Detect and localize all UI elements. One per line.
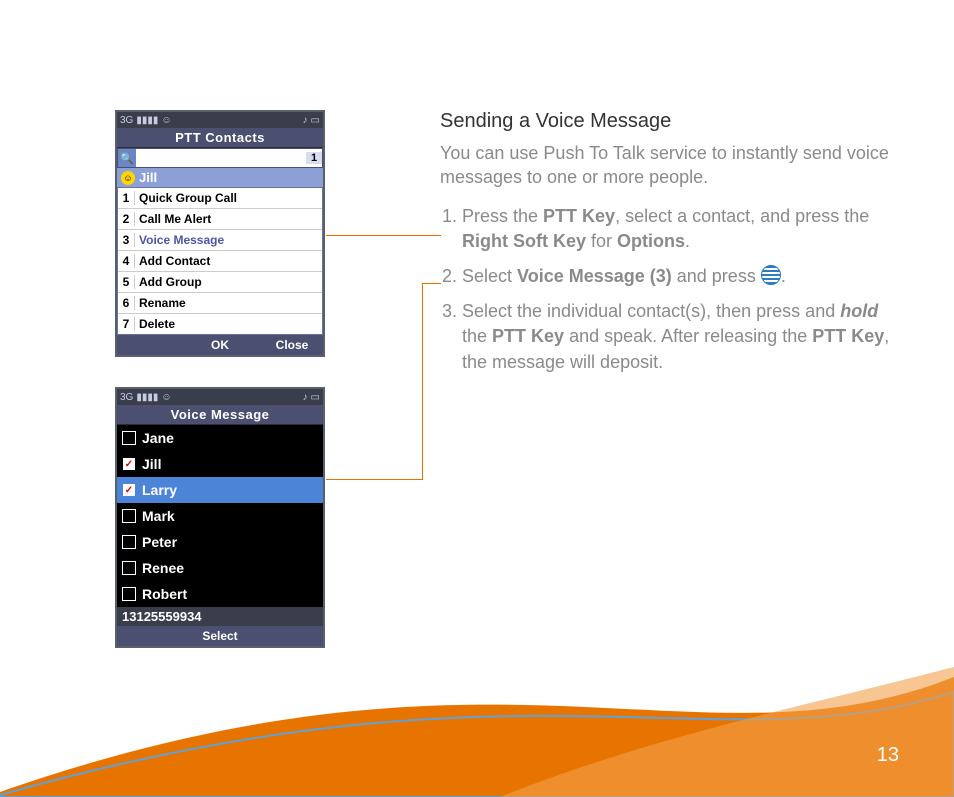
search-count: 1 [306,152,322,164]
menu-item[interactable]: 5Add Group [118,272,322,293]
checkbox-icon [122,535,136,549]
contact-list: Jane ✓Jill ✓Larry Mark Peter Renee Rober… [117,425,323,607]
phone-title: PTT Contacts [117,128,323,148]
signal-bars-icon: ▮▮▮▮ [136,115,158,126]
soft-key-left[interactable] [123,338,173,352]
signal-3g-icon: 3G [120,115,133,126]
step-3: Select the individual contact(s), then p… [462,299,895,375]
status-bar: 3G ▮▮▮▮ ☺ ♪ ▭ [117,389,323,405]
music-icon: ♪ [303,392,308,403]
search-icon: 🔍 [118,149,136,167]
music-icon: ♪ [303,115,308,126]
contact-row[interactable]: Renee [117,555,323,581]
contact-header: ☺ Jill [117,168,323,187]
status-smile-icon: ☺ [161,115,171,126]
search-bar: 🔍 1 [117,148,323,168]
status-bar: 3G ▮▮▮▮ ☺ ♪ ▭ [117,112,323,128]
menu-item[interactable]: 7Delete [118,314,322,334]
contact-row[interactable]: Peter [117,529,323,555]
checkbox-icon [122,561,136,575]
options-menu: 1Quick Group Call 2Call Me Alert 3Voice … [117,187,323,335]
steps-list: Press the PTT Key, select a contact, and… [440,204,895,375]
menu-item[interactable]: 1Quick Group Call [118,188,322,209]
menu-item[interactable]: 2Call Me Alert [118,209,322,230]
att-globe-icon [761,265,781,285]
checkbox-checked-icon: ✓ [122,483,136,497]
page-number: 13 [877,744,899,767]
callout-line [326,235,441,236]
status-smile-icon: ☺ [161,392,171,403]
phone-title: Voice Message [117,405,323,425]
manual-page: 3G ▮▮▮▮ ☺ ♪ ▭ PTT Contacts 🔍 1 ☺ Jill [0,0,954,797]
section-heading: Sending a Voice Message [440,110,895,133]
callout-line [422,283,441,284]
contact-row-larry[interactable]: ✓Larry [117,477,323,503]
checkbox-checked-icon: ✓ [122,457,136,471]
soft-keys: OK Close [117,335,323,355]
menu-item[interactable]: 6Rename [118,293,322,314]
contact-row[interactable]: Mark [117,503,323,529]
signal-bars-icon: ▮▮▮▮ [136,392,158,403]
phone-screenshots-column: 3G ▮▮▮▮ ☺ ♪ ▭ PTT Contacts 🔍 1 ☺ Jill [115,110,325,678]
battery-icon: ▭ [311,115,320,126]
contact-row[interactable]: ✓Jill [117,451,323,477]
soft-key-close[interactable]: Close [267,338,317,352]
contact-status-icon: ☺ [121,171,135,185]
checkbox-icon [122,587,136,601]
step-1: Press the PTT Key, select a contact, and… [462,204,895,254]
contact-phone-number: 13125559934 [117,607,323,626]
callout-line [422,283,423,480]
contact-name: Jill [139,170,157,185]
signal-3g-icon: 3G [120,392,133,403]
checkbox-icon [122,431,136,445]
menu-item[interactable]: 4Add Contact [118,251,322,272]
soft-key-ok[interactable]: OK [173,338,267,352]
battery-icon: ▭ [311,392,320,403]
contact-row[interactable]: Jane [117,425,323,451]
checkbox-icon [122,509,136,523]
instruction-text: Sending a Voice Message You can use Push… [440,110,895,385]
phone-2-voice-message: 3G ▮▮▮▮ ☺ ♪ ▭ Voice Message Jane ✓Jill ✓… [115,387,325,648]
step-2: Select Voice Message (3) and press . [462,264,895,289]
footer-wave-graphic [0,637,954,797]
search-field[interactable] [136,150,306,166]
contact-row[interactable]: Robert [117,581,323,607]
intro-paragraph: You can use Push To Talk service to inst… [440,141,895,190]
menu-item-voice-message[interactable]: 3Voice Message [118,230,322,251]
callout-line [326,479,422,480]
phone-1-ptt-contacts: 3G ▮▮▮▮ ☺ ♪ ▭ PTT Contacts 🔍 1 ☺ Jill [115,110,325,357]
